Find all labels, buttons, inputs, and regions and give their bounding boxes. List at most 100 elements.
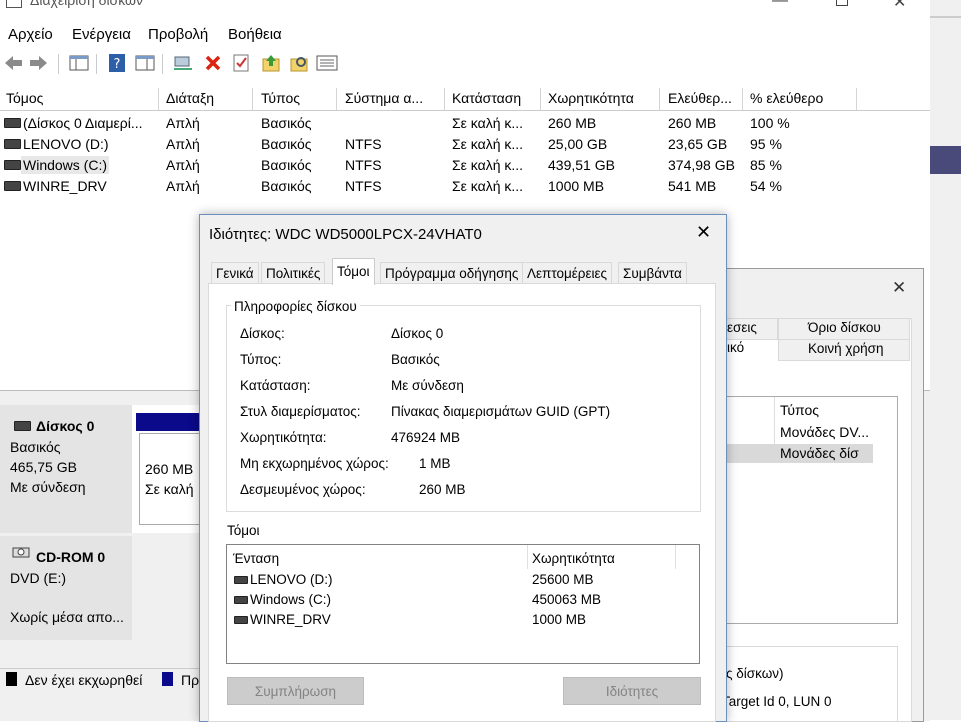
delete-icon[interactable] — [202, 52, 224, 74]
info-label-unallocated: Μη εκχωρημένος χώρος: — [240, 456, 389, 471]
info-value-disk: Δίσκος 0 — [391, 326, 444, 341]
back-details-line1: ες δίσκων) — [720, 666, 784, 681]
vol-item-capacity: 450063 MB — [532, 592, 602, 607]
close-icon[interactable]: ✕ — [893, 0, 906, 12]
tab-policies[interactable]: Πολιτικές — [261, 262, 326, 284]
vol-item-name: LENOVO (D:) — [250, 572, 333, 587]
volume-capacity: 439,51 GB — [548, 157, 615, 173]
back-arrow-icon[interactable] — [2, 52, 24, 74]
column-type[interactable]: Τύπος — [261, 90, 300, 106]
column-volume[interactable]: Τόμος — [6, 90, 43, 106]
volume-name: Windows (C:) — [21, 156, 110, 174]
properties-view-icon[interactable] — [134, 52, 156, 74]
minimize-icon[interactable]: — — [772, 0, 788, 10]
column-capacity[interactable]: Χωρητικότητα — [548, 90, 634, 106]
dialog-close-icon[interactable]: ✕ — [696, 222, 711, 243]
tab-driver[interactable]: Πρόγραμμα οδήγησης — [380, 262, 524, 284]
tab-general[interactable]: Γενικά — [211, 262, 259, 284]
volume-fs: NTFS — [345, 178, 382, 194]
column-free[interactable]: Ελεύθερ... — [668, 90, 732, 106]
column-divider — [742, 88, 743, 110]
table-row[interactable]: WINRE_DRV Απλή Βασικός NTFS Σε καλή κ...… — [0, 177, 930, 197]
partition-status: Σε καλή — [145, 481, 194, 497]
column-layout[interactable]: Διάταξη — [166, 90, 214, 106]
list-view-icon[interactable] — [316, 52, 338, 74]
disk-0-name: Δίσκος 0 — [36, 418, 95, 434]
menu-help[interactable]: Βοήθεια — [228, 26, 282, 43]
console-tree-icon[interactable] — [68, 52, 90, 74]
folder-search-icon[interactable] — [288, 52, 310, 74]
folder-up-icon[interactable] — [260, 52, 282, 74]
tab-events[interactable]: Συμβάντα — [618, 262, 687, 284]
partition-size: 260 MB — [145, 461, 194, 477]
menu-view[interactable]: Προβολή — [148, 26, 208, 43]
back-col-type: Τύπος — [780, 402, 819, 418]
column-divider — [856, 88, 857, 110]
column-status[interactable]: Κατάσταση — [452, 90, 521, 106]
column-divider — [158, 88, 159, 110]
table-row[interactable]: (Δίσκος 0 Διαμερί... Απλή Βασικός Σε καλ… — [0, 114, 930, 134]
volume-pct: 85 % — [750, 157, 782, 173]
forward-arrow-icon[interactable] — [28, 52, 50, 74]
back-row-dvd[interactable]: Μονάδες DV... — [780, 424, 869, 440]
app-icon — [6, 0, 22, 8]
disk-0-state: Με σύνδεση — [10, 479, 86, 495]
volume-status: Σε καλή κ... — [452, 178, 524, 194]
volume-free: 374,98 GB — [668, 157, 735, 173]
volumes-group-title: Τόμοι — [227, 523, 260, 538]
volume-name: WINRE_DRV — [23, 178, 107, 194]
info-value-capacity: 476924 MB — [391, 430, 461, 445]
background-accent — [930, 146, 961, 174]
tab-details[interactable]: Λεπτομέρειες — [522, 262, 613, 284]
column-divider — [540, 88, 541, 110]
partition-primary-bar — [136, 413, 200, 431]
menu-action[interactable]: Ενέργεια — [72, 26, 131, 43]
volume-fs: NTFS — [345, 136, 382, 152]
volume-layout: Απλή — [166, 115, 200, 131]
info-label-status: Κατάσταση: — [240, 378, 311, 393]
volume-name: (Δίσκος 0 Διαμερί... — [23, 115, 143, 131]
menu-file[interactable]: Αρχείο — [8, 26, 53, 43]
drive-icon — [234, 596, 248, 604]
back-tab-quota-label: Όριο δίσκου — [808, 320, 881, 335]
vol-item-capacity: 25600 MB — [532, 572, 594, 587]
volume-layout: Απλή — [166, 178, 200, 194]
back-dialog-close-icon[interactable]: ✕ — [892, 278, 906, 298]
list-item[interactable]: LENOVO (D:) 25600 MB — [228, 571, 696, 590]
info-value-type: Βασικός — [391, 352, 440, 367]
list-item[interactable]: WINRE_DRV 1000 MB — [228, 611, 696, 630]
volume-free: 23,65 GB — [668, 136, 728, 152]
column-pct-free[interactable]: % ελεύθερο — [750, 90, 823, 106]
tab-volumes[interactable]: Τόμοι — [332, 258, 375, 285]
cdrom-state: Χωρίς μέσα απο... — [10, 609, 124, 625]
connect-icon[interactable] — [172, 52, 194, 74]
column-filesystem[interactable]: Σύστημα α... — [345, 90, 423, 106]
volume-layout: Απλή — [166, 136, 200, 152]
toolbar-separator — [162, 54, 163, 74]
info-value-status: Με σύνδεση — [391, 378, 464, 393]
table-row[interactable]: Windows (C:) Απλή Βασικός NTFS Σε καλή κ… — [0, 156, 930, 176]
toolbar-separator — [96, 54, 97, 74]
properties-button[interactable]: Ιδιότητες — [563, 677, 701, 705]
volume-pct: 54 % — [750, 178, 782, 194]
back-tab-label-2: ικό — [727, 340, 745, 355]
vol-col-capacity[interactable]: Χωρητικότητα — [532, 551, 615, 566]
vol-col-name[interactable]: Ένταση — [233, 551, 279, 566]
check-icon[interactable] — [230, 52, 252, 74]
disk-icon — [14, 421, 31, 431]
cdrom-icon — [12, 547, 30, 558]
populate-button[interactable]: Συμπλήρωση — [227, 677, 364, 705]
drive-icon — [4, 118, 21, 128]
table-row[interactable]: LENOVO (D:) Απλή Βασικός NTFS Σε καλή κ.… — [0, 135, 930, 155]
drive-icon — [4, 139, 21, 149]
maximize-icon[interactable] — [836, 0, 848, 6]
partition-block[interactable] — [139, 433, 202, 525]
column-divider — [252, 88, 253, 110]
help-icon[interactable]: ? — [106, 52, 128, 74]
list-item[interactable]: Windows (C:) 450063 MB — [228, 591, 696, 610]
volume-type: Βασικός — [261, 178, 312, 194]
legend-primary-swatch — [162, 672, 173, 686]
volume-free: 260 MB — [668, 115, 717, 131]
disk-info-group-title: Πληροφορίες δίσκου — [231, 299, 360, 314]
column-divider — [659, 88, 660, 110]
